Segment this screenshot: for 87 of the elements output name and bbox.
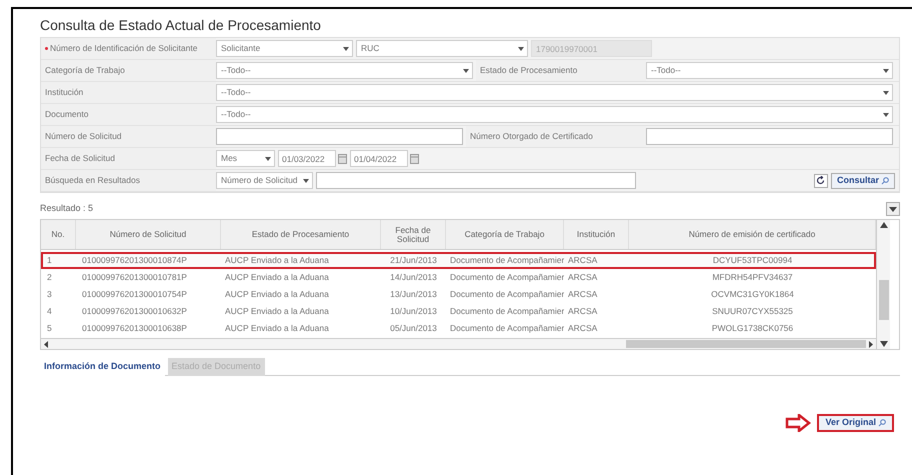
table-cell-text: OCVMC31GY0K1864 <box>710 288 795 301</box>
table-cell-text: MFDRH54PFV34637 <box>711 271 794 284</box>
table-cell-text: AUCP Enviado a la Aduana <box>224 254 330 267</box>
scrollbar-thumb[interactable] <box>878 280 888 320</box>
vertical-scrollbar[interactable] <box>876 220 890 349</box>
table-cell-text: 13/Jun/2013 <box>389 288 438 301</box>
table-row[interactable]: 4 010009976201300010632P AUCP Enviado a la Aduana 10/Jun/2013 Documento de Acompañamier ARCSA SNUUR07CYX55325 <box>41 303 876 320</box>
table-cell-text: AUCP Enviado a la Aduana <box>224 288 330 301</box>
up-arrow-icon <box>880 222 888 228</box>
caret-icon <box>518 46 524 50</box>
table-cell-text: 5 <box>46 322 53 335</box>
table-cell-text: 1 <box>46 254 53 267</box>
caret-icon <box>889 206 897 212</box>
table-cell-text: 010009976201300010754P <box>81 288 188 301</box>
column-header: No. <box>41 220 76 249</box>
table-cell-text: ARCSA <box>567 271 598 284</box>
search-icon <box>881 176 889 184</box>
down-arrow-icon <box>880 341 888 347</box>
caret-icon <box>303 178 309 182</box>
table-row[interactable]: 3 010009976201300010754P AUCP Enviado a la Aduana 13/Jun/2013 Documento de Acompañamier ARCSA OCVMC31GY0K1864 <box>41 286 876 303</box>
calendar-icon[interactable] <box>338 154 347 164</box>
collapse-button[interactable] <box>886 202 900 216</box>
table-cell-text: AUCP Enviado a la Aduana <box>224 305 330 318</box>
column-header: Categoría de Trabajo <box>446 220 564 249</box>
table-cell-text: SNUUR07CYX55325 <box>711 305 794 318</box>
table-cell-text: Documento de Acompañamier <box>449 254 564 267</box>
dropdown[interactable]: RUC <box>356 40 528 57</box>
input-field[interactable] <box>646 128 893 145</box>
dropdown[interactable]: --Todo-- <box>216 84 893 101</box>
table-cell-text: 21/Jun/2013 <box>389 254 438 267</box>
table-cell-text: ARCSA <box>567 254 598 267</box>
table-row[interactable]: 1 010009976201300010874P AUCP Enviado a la Aduana 21/Jun/2013 Documento de Acompañamier ARCSA DCYUF53TPC00994 <box>41 252 876 269</box>
table-cell-text: 010009976201300010638P <box>81 322 188 335</box>
table-cell-text: Documento de Acompañamier <box>449 288 564 301</box>
table-cell-text: ARCSA <box>567 288 598 301</box>
caret-icon <box>883 112 889 116</box>
dropdown[interactable]: --Todo-- <box>216 106 893 123</box>
column-header: Fecha de Solicitud <box>381 220 446 249</box>
calendar-icon[interactable] <box>410 154 419 164</box>
right-arrow-icon <box>785 414 812 432</box>
table-cell-text: 14/Jun/2013 <box>389 271 438 284</box>
dropdown[interactable]: --Todo-- <box>216 62 473 79</box>
table-row[interactable]: 2 010009976201300010781P AUCP Enviado a la Aduana 14/Jun/2013 Documento de Acompañamier ARCSA MFDRH54PFV34637 <box>41 269 876 286</box>
result-count: Resultado : 5 <box>40 202 94 216</box>
table-cell-text: 05/Jun/2013 <box>389 322 438 335</box>
scrollbar-thumb[interactable] <box>626 340 866 348</box>
refresh-icon <box>816 176 826 185</box>
search-icon <box>878 419 886 427</box>
date-field[interactable]: 01/04/2022 <box>350 150 408 167</box>
date-field[interactable]: 01/03/2022 <box>278 150 336 167</box>
caret-icon <box>265 156 271 160</box>
table-cell-text: PWOLG1738CK0756 <box>710 322 794 335</box>
input-field[interactable] <box>216 128 463 145</box>
page-title: Consulta de Estado Actual de Procesamiento <box>40 16 322 35</box>
search-button[interactable]: Consultar <box>830 172 895 188</box>
table-cell-text: 010009976201300010874P <box>81 254 188 267</box>
table-cell-text: ARCSA <box>567 305 598 318</box>
caret-icon <box>463 68 469 72</box>
column-header: Estado de Procesamiento <box>221 220 381 249</box>
table-cell-text: Documento de Acompañamier <box>449 322 564 335</box>
table-cell-text: 2 <box>46 271 53 284</box>
column-header: Institución <box>564 220 629 249</box>
field-label: Número de Identificación de Solicitante <box>50 44 198 53</box>
view-original-button[interactable]: Ver Original <box>817 414 894 432</box>
dropdown[interactable]: Mes <box>216 150 275 167</box>
dropdown[interactable]: --Todo-- <box>646 62 893 79</box>
dropdown[interactable]: Solicitante <box>216 40 353 57</box>
horizontal-scrollbar[interactable] <box>41 338 876 349</box>
table-cell-text: Documento de Acompañamier <box>449 305 564 318</box>
table-cell-text: 3 <box>46 288 53 301</box>
table-cell-text: 10/Jun/2013 <box>389 305 438 318</box>
caret-icon <box>883 90 889 94</box>
table-cell-text: 4 <box>46 305 53 318</box>
caret-icon <box>343 46 349 50</box>
table-cell-text: 010009976201300010781P <box>81 271 188 284</box>
table-cell-text: AUCP Enviado a la Aduana <box>224 271 330 284</box>
table-cell-text: DCYUF53TPC00994 <box>712 254 794 267</box>
table-cell-text: ARCSA <box>567 322 598 335</box>
table-cell-text: 010009976201300010632P <box>81 305 188 318</box>
dropdown[interactable]: Número de Solicitud <box>216 172 313 189</box>
table-row[interactable]: 5 010009976201300010638P AUCP Enviado a la Aduana 05/Jun/2013 Documento de Acompañamier ARCSA PWOLG1738CK0756 <box>41 320 876 337</box>
column-header: Número de Solicitud <box>76 220 221 249</box>
input-field[interactable] <box>316 172 636 189</box>
table-cell-text: Documento de Acompañamier <box>449 271 564 284</box>
caret-icon <box>883 68 889 72</box>
refresh-button[interactable] <box>814 174 828 188</box>
table-cell-text: AUCP Enviado a la Aduana <box>224 322 330 335</box>
